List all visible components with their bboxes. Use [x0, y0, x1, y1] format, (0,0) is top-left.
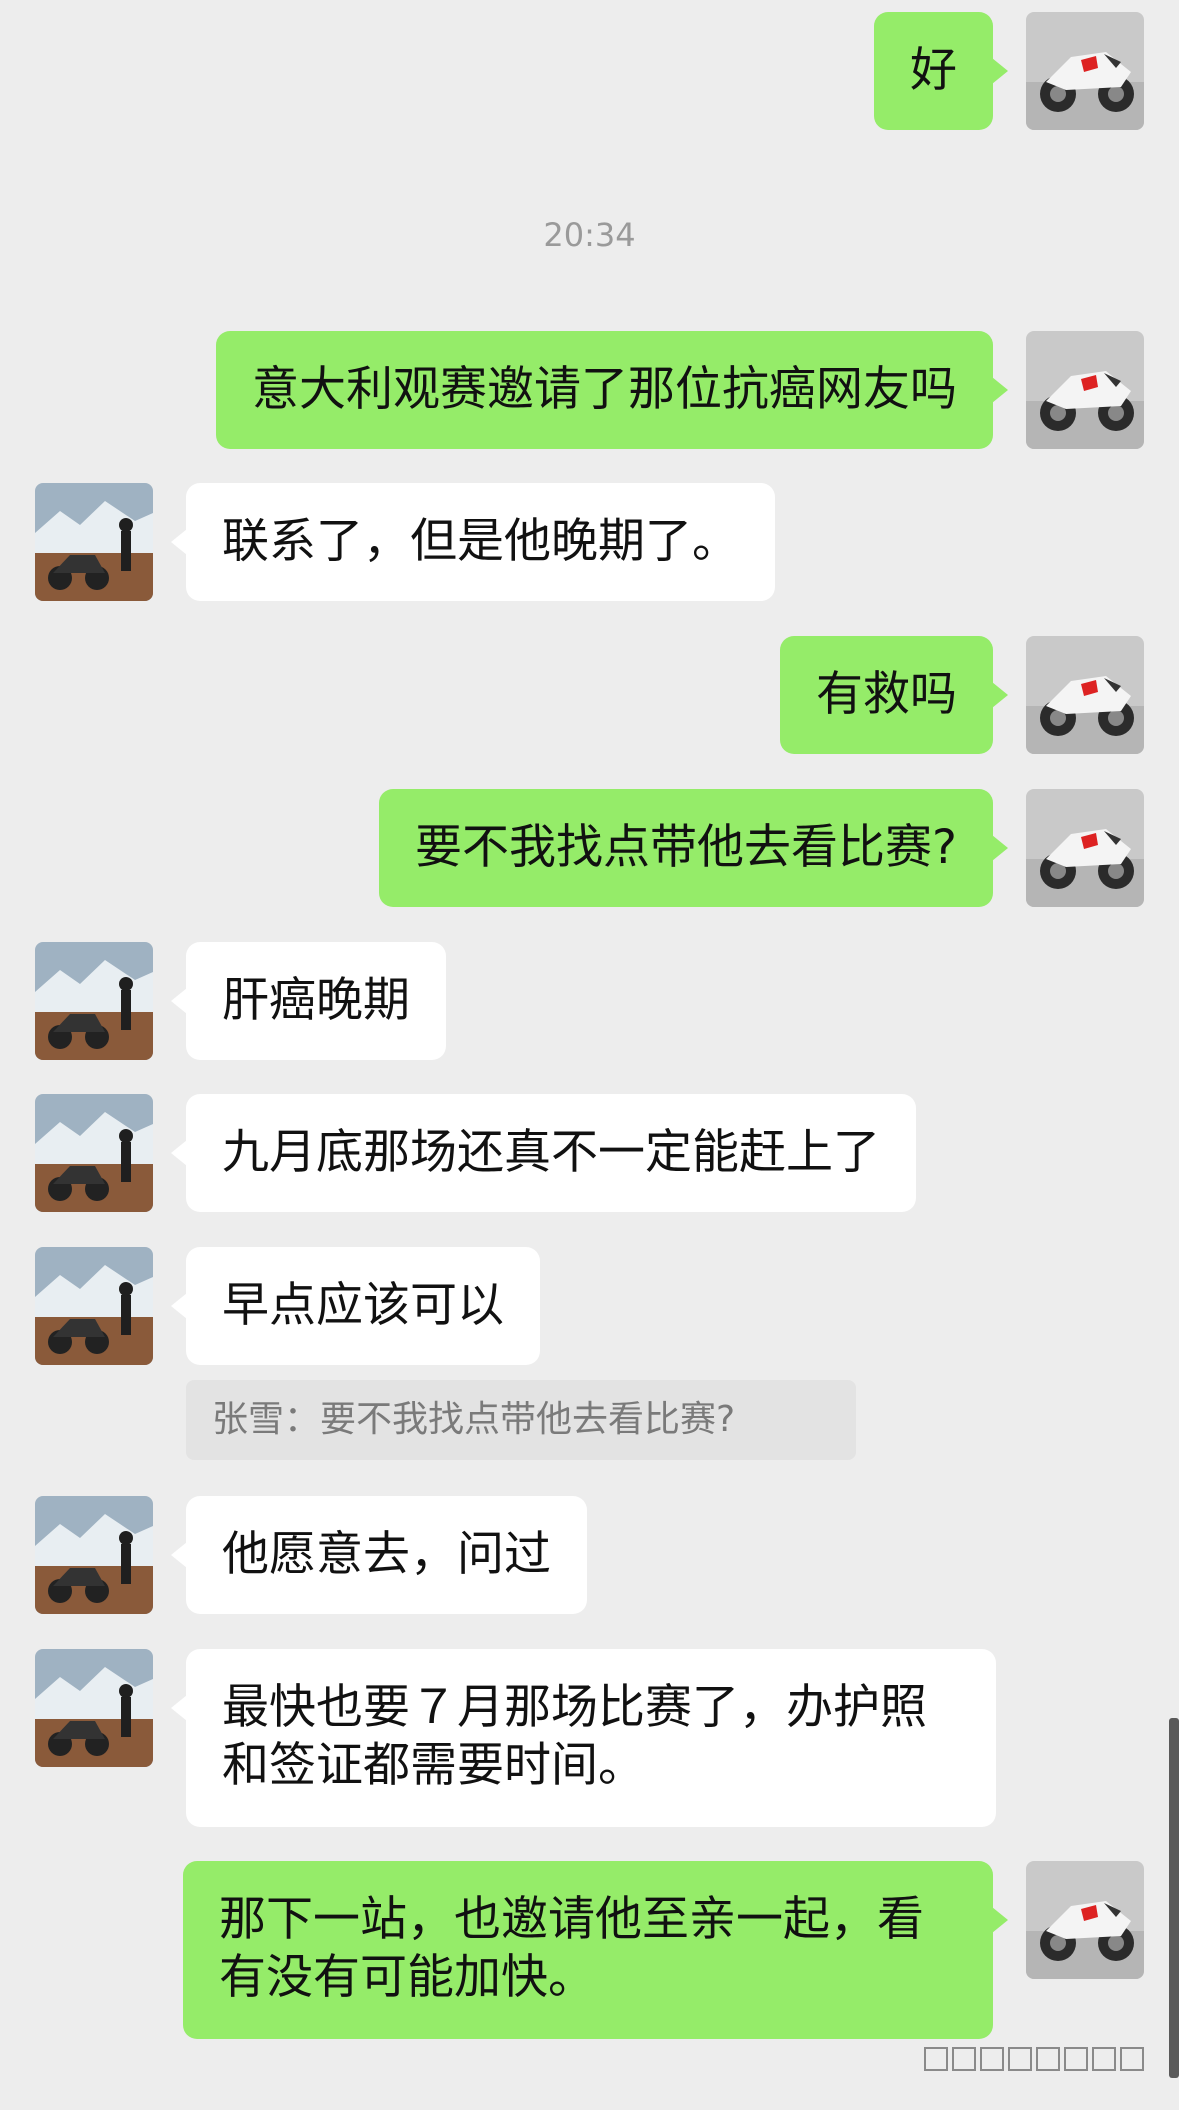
- rider-icon: [35, 942, 153, 1060]
- message-text: 有救吗: [816, 667, 957, 722]
- scrollbar[interactable]: [1169, 1718, 1179, 2078]
- message-bubble-self[interactable]: 好: [874, 12, 1008, 130]
- rider-icon: [35, 483, 153, 601]
- chat-window: 好 20:34 意大利观赛邀请了那位抗癌网友吗 联系了，但是他晚期了。 有救吗 …: [0, 0, 1179, 2110]
- message-bubble-self[interactable]: 有救吗: [780, 636, 1008, 754]
- quoted-message[interactable]: 张雪：要不我找点带他去看比赛?: [186, 1380, 856, 1460]
- message-bubble-self[interactable]: 那下一站，也邀请他至亲一起，看有没有可能加快。: [183, 1861, 1008, 2039]
- rider-icon: [35, 1496, 153, 1614]
- message-bubble-self[interactable]: 要不我找点带他去看比赛?: [379, 789, 1008, 907]
- message-text: 最快也要７月那场比赛了，办护照和签证都需要时间。: [222, 1680, 927, 1793]
- message-text: 那下一站，也邀请他至亲一起，看有没有可能加快。: [219, 1892, 924, 2005]
- rider-mountain-avatar[interactable]: [35, 1649, 153, 1767]
- motorcycle-avatar[interactable]: [1026, 789, 1144, 907]
- motorcycle-icon: [1026, 1861, 1144, 1979]
- motorcycle-icon: [1026, 789, 1144, 907]
- bottom-strip: [0, 2092, 1179, 2110]
- message-bubble-other[interactable]: 最快也要７月那场比赛了，办护照和签证都需要时间。: [171, 1649, 996, 1827]
- motorcycle-icon: [1026, 636, 1144, 754]
- message-text: 肝癌晚期: [222, 973, 410, 1028]
- message-text: 要不我找点带他去看比赛?: [415, 820, 957, 875]
- motorcycle-avatar[interactable]: [1026, 12, 1144, 130]
- motorcycle-avatar[interactable]: [1026, 1861, 1144, 1979]
- rider-icon: [35, 1247, 153, 1365]
- rider-icon: [35, 1649, 153, 1767]
- message-bubble-other[interactable]: 早点应该可以: [171, 1247, 540, 1365]
- rider-mountain-avatar[interactable]: [35, 1496, 153, 1614]
- message-bubble-self[interactable]: 意大利观赛邀请了那位抗癌网友吗: [216, 331, 1008, 449]
- message-text: 意大利观赛邀请了那位抗癌网友吗: [252, 362, 957, 417]
- motorcycle-avatar[interactable]: [1026, 636, 1144, 754]
- rider-mountain-avatar[interactable]: [35, 1247, 153, 1365]
- message-text: 早点应该可以: [222, 1278, 504, 1333]
- motorcycle-icon: [1026, 331, 1144, 449]
- motorcycle-icon: [1026, 12, 1144, 130]
- motorcycle-avatar[interactable]: [1026, 331, 1144, 449]
- message-bubble-other[interactable]: 他愿意去，问过: [171, 1496, 587, 1614]
- message-bubble-other[interactable]: 九月底那场还真不一定能赶上了: [171, 1094, 916, 1212]
- message-text: 他愿意去，问过: [222, 1527, 551, 1582]
- message-text: 联系了，但是他晚期了。: [222, 514, 739, 569]
- message-text: 好: [910, 43, 957, 98]
- timestamp: 20:34: [543, 216, 636, 254]
- rider-mountain-avatar[interactable]: [35, 483, 153, 601]
- message-text: 九月底那场还真不一定能赶上了: [222, 1125, 880, 1180]
- rider-icon: [35, 1094, 153, 1212]
- rider-mountain-avatar[interactable]: [35, 1094, 153, 1212]
- message-bubble-other[interactable]: 联系了，但是他晚期了。: [171, 483, 775, 601]
- message-bubble-other[interactable]: 肝癌晚期: [171, 942, 446, 1060]
- rider-mountain-avatar[interactable]: [35, 942, 153, 1060]
- watermark-icon: [923, 2044, 1153, 2074]
